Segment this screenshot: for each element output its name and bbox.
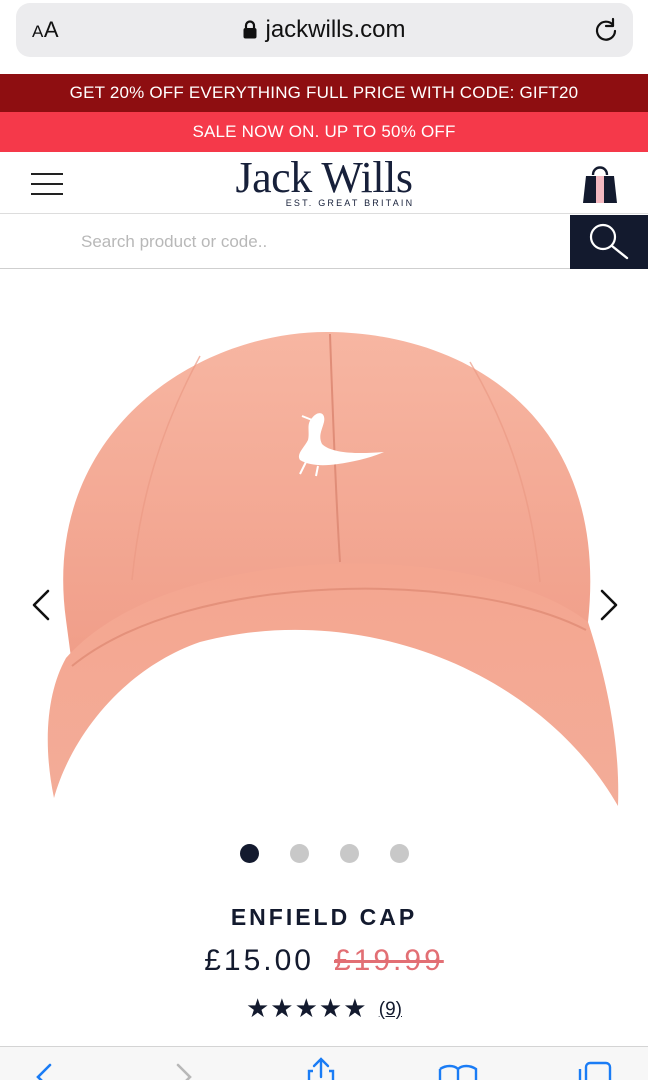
forward-icon[interactable]	[172, 1061, 198, 1080]
current-price: £15.00	[204, 944, 314, 977]
review-count-link[interactable]: (9)	[379, 999, 402, 1020]
chevron-right-icon[interactable]	[596, 588, 622, 622]
url-text: jackwills.com	[265, 16, 406, 43]
search-button[interactable]	[570, 215, 648, 269]
chevron-left-icon[interactable]	[28, 588, 54, 622]
jack-wills-logo[interactable]: Jack Wills EST. GREAT BRITAIN	[0, 153, 648, 209]
price-row: £15.00 £19.99	[0, 944, 648, 978]
product-image-gallery[interactable]	[0, 270, 648, 830]
back-icon[interactable]	[30, 1061, 56, 1080]
search-bar	[0, 215, 648, 269]
logo-wordmark: Jack Wills	[235, 153, 413, 202]
site-header: Jack Wills EST. GREAT BRITAIN	[0, 152, 648, 214]
search-icon	[589, 223, 629, 259]
star-rating: ★★★★★	[245, 993, 368, 1023]
sale-banner[interactable]: SALE NOW ON. UP TO 50% OFF	[0, 112, 648, 152]
logo-tagline: EST. GREAT BRITAIN	[285, 198, 415, 208]
browser-toolbar	[0, 1046, 648, 1080]
share-icon[interactable]	[306, 1057, 336, 1080]
url-display[interactable]: jackwills.com	[16, 16, 633, 44]
reload-icon[interactable]	[593, 17, 619, 43]
browser-address-bar: AA jackwills.com	[0, 0, 648, 74]
lock-icon	[243, 20, 257, 39]
carousel-dots	[0, 844, 648, 864]
shopping-bag-icon[interactable]	[582, 164, 618, 204]
carousel-dot[interactable]	[240, 844, 259, 863]
promo-code-banner[interactable]: GET 20% OFF EVERYTHING FULL PRICE WITH C…	[0, 74, 648, 112]
bookmarks-icon[interactable]	[438, 1063, 478, 1080]
original-price: £19.99	[334, 944, 444, 977]
carousel-dot[interactable]	[340, 844, 359, 863]
carousel-dot[interactable]	[290, 844, 309, 863]
product-title: ENFIELD CAP	[230, 904, 418, 930]
product-image-cap	[47, 331, 619, 806]
tabs-icon[interactable]	[578, 1061, 612, 1080]
rating-row: ★★★★★ (9)	[0, 993, 648, 1024]
search-input[interactable]	[0, 215, 570, 269]
url-field[interactable]: AA jackwills.com	[16, 3, 633, 57]
carousel-dot[interactable]	[390, 844, 409, 863]
